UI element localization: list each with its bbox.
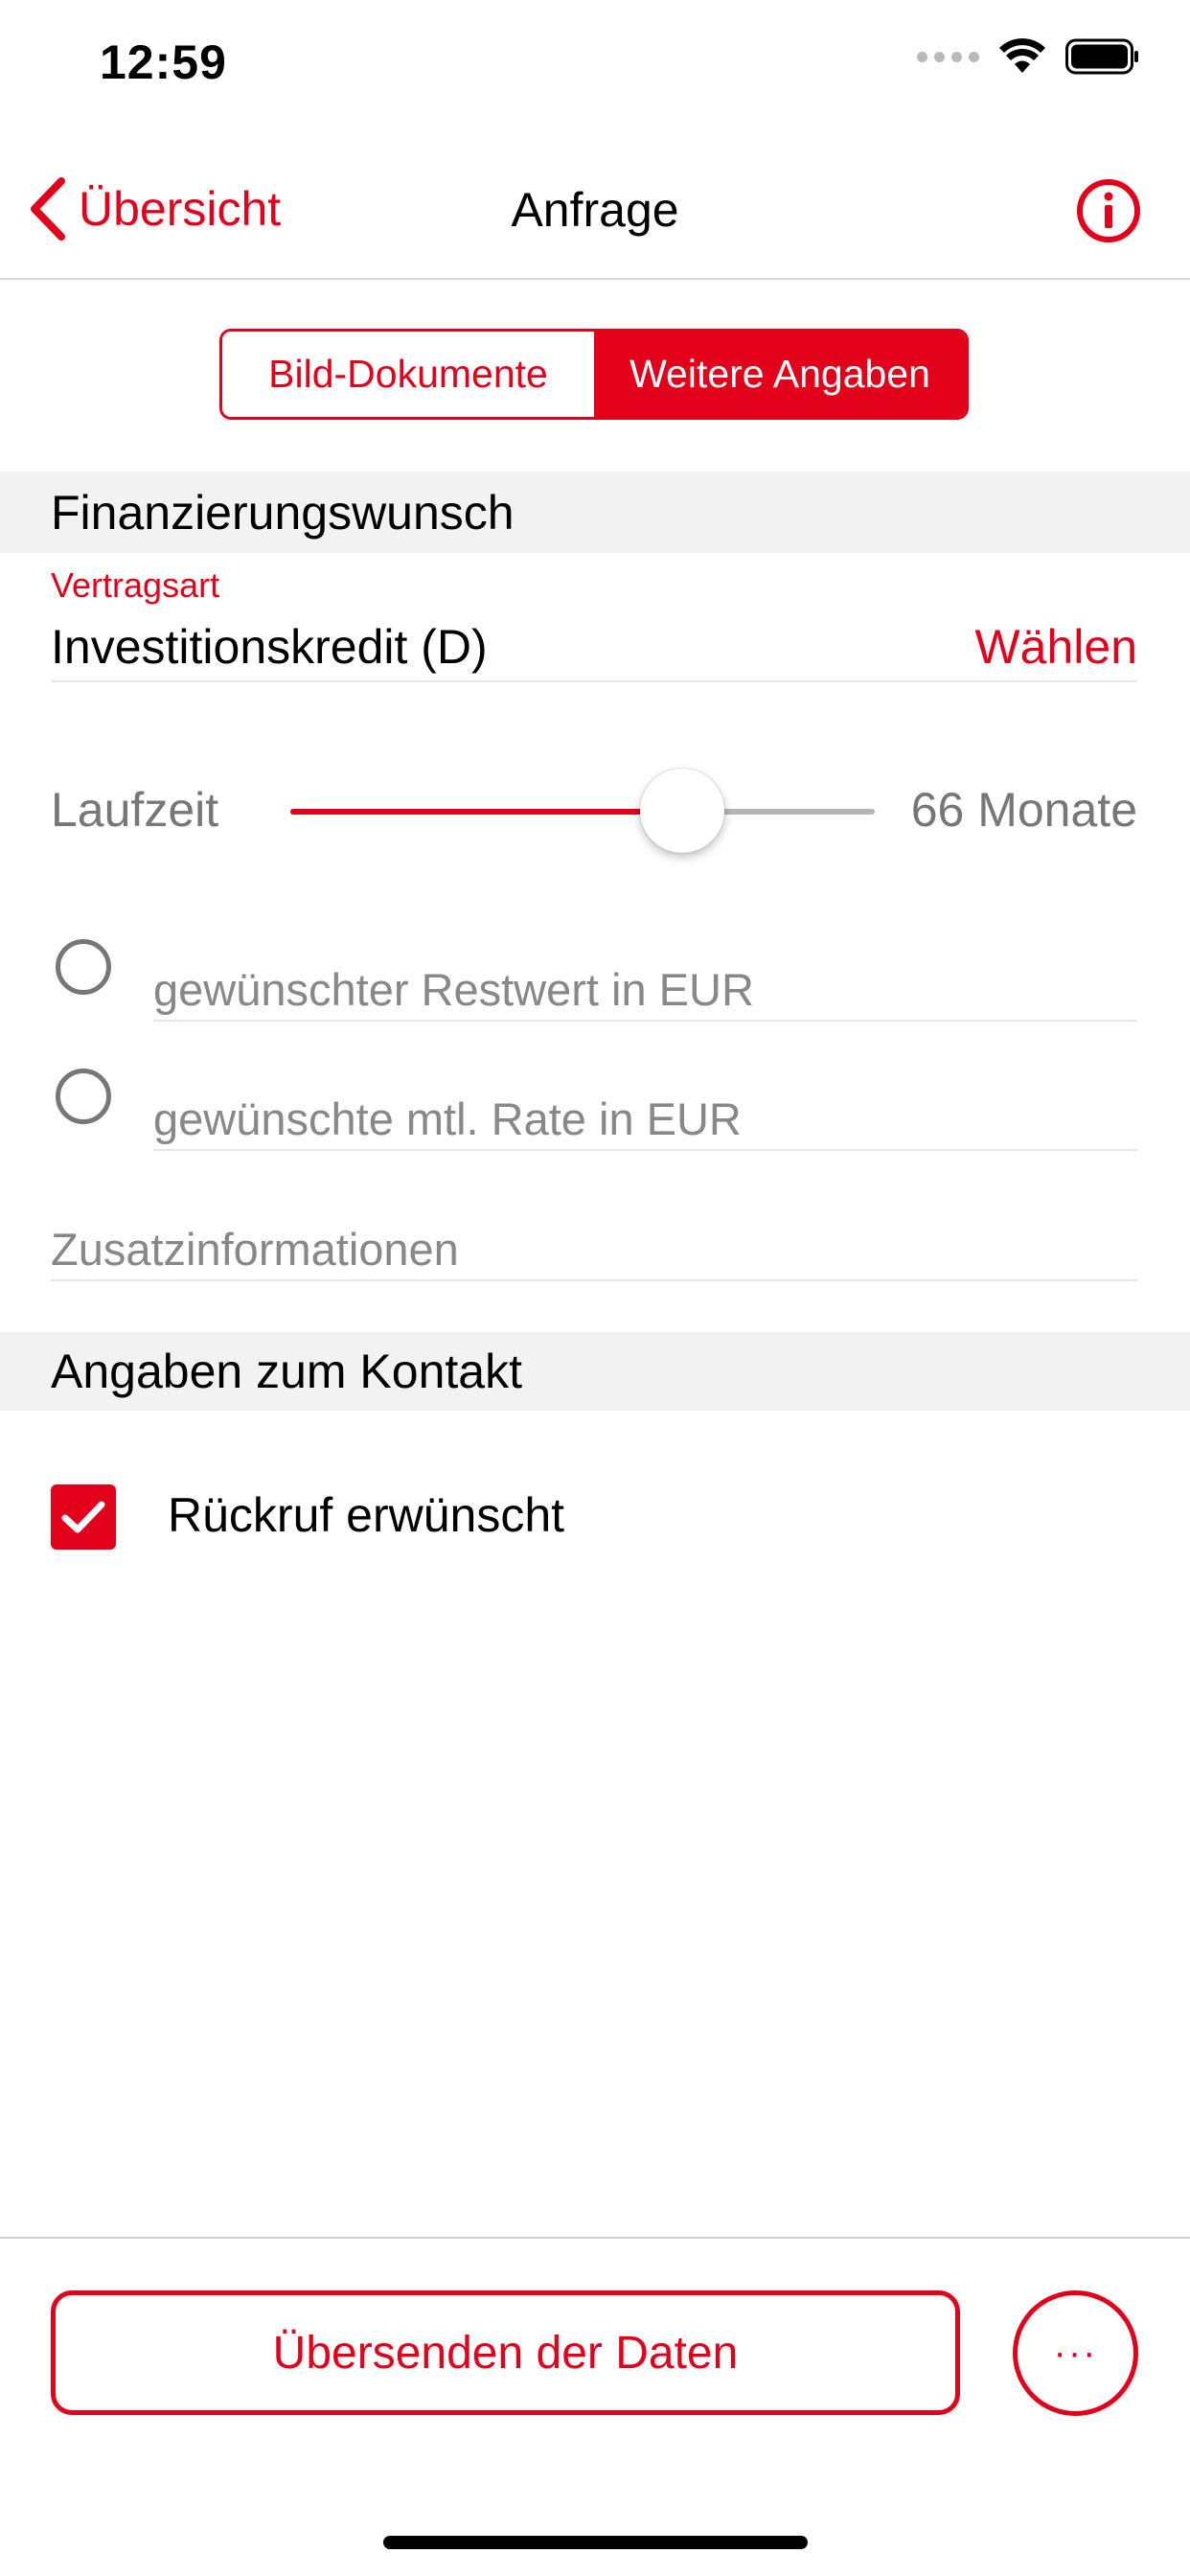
duration-value: 66 Monate — [910, 783, 1137, 837]
contract-type-value: Investitionskredit (D) — [51, 620, 488, 674]
status-time: 12:59 — [100, 35, 227, 89]
monthly-rate-radio[interactable] — [56, 1069, 111, 1124]
duration-slider-thumb[interactable] — [639, 769, 724, 853]
tab-weitere-angaben[interactable]: Weitere Angaben — [594, 332, 966, 417]
navigation-bar: Übersicht Anfrage — [0, 153, 1190, 280]
checkmark-icon — [61, 1501, 105, 1533]
battery-icon — [1065, 38, 1138, 75]
section-header-contact: Angaben zum Kontakt — [0, 1332, 1190, 1411]
duration-slider-row: Laufzeit 66 Monate — [51, 767, 1137, 858]
bottom-divider — [0, 2237, 1190, 2239]
cellular-signal-icon — [917, 51, 979, 62]
duration-label: Laufzeit — [51, 783, 219, 837]
submit-data-button[interactable]: Übersenden der Daten — [51, 2290, 960, 2415]
duration-slider-track[interactable] — [290, 769, 875, 853]
segmented-control: Bild-Dokumente Weitere Angaben — [219, 329, 969, 420]
contract-type-label: Vertragsart — [51, 565, 220, 605]
choose-contract-button[interactable]: Wählen — [974, 619, 1137, 675]
screen: 12:59 Übersicht Anfrage Bild-Dokumente W… — [0, 0, 1190, 2576]
tab-bild-dokumente[interactable]: Bild-Dokumente — [222, 332, 594, 417]
wifi-icon — [999, 38, 1045, 73]
duration-slider-fill — [290, 809, 682, 815]
callback-checkbox[interactable] — [51, 1484, 116, 1550]
contract-type-field[interactable]: Investitionskredit (D) Wählen — [51, 613, 1137, 682]
page-title: Anfrage — [511, 183, 679, 237]
callback-label: Rückruf erwünscht — [168, 1488, 565, 1542]
section-header-financing: Finanzierungswunsch — [0, 472, 1190, 553]
monthly-rate-input[interactable]: gewünschte mtl. Rate in EUR — [153, 1092, 1137, 1151]
info-icon[interactable] — [1075, 177, 1142, 244]
residual-value-input[interactable]: gewünschter Restwert in EUR — [153, 963, 1137, 1022]
status-indicators — [917, 38, 1140, 75]
home-indicator — [383, 2536, 808, 2549]
more-button[interactable]: ··· — [1013, 2290, 1138, 2416]
residual-value-radio[interactable] — [56, 939, 111, 995]
additional-info-input[interactable]: Zusatzinformationen — [51, 1223, 1137, 1281]
